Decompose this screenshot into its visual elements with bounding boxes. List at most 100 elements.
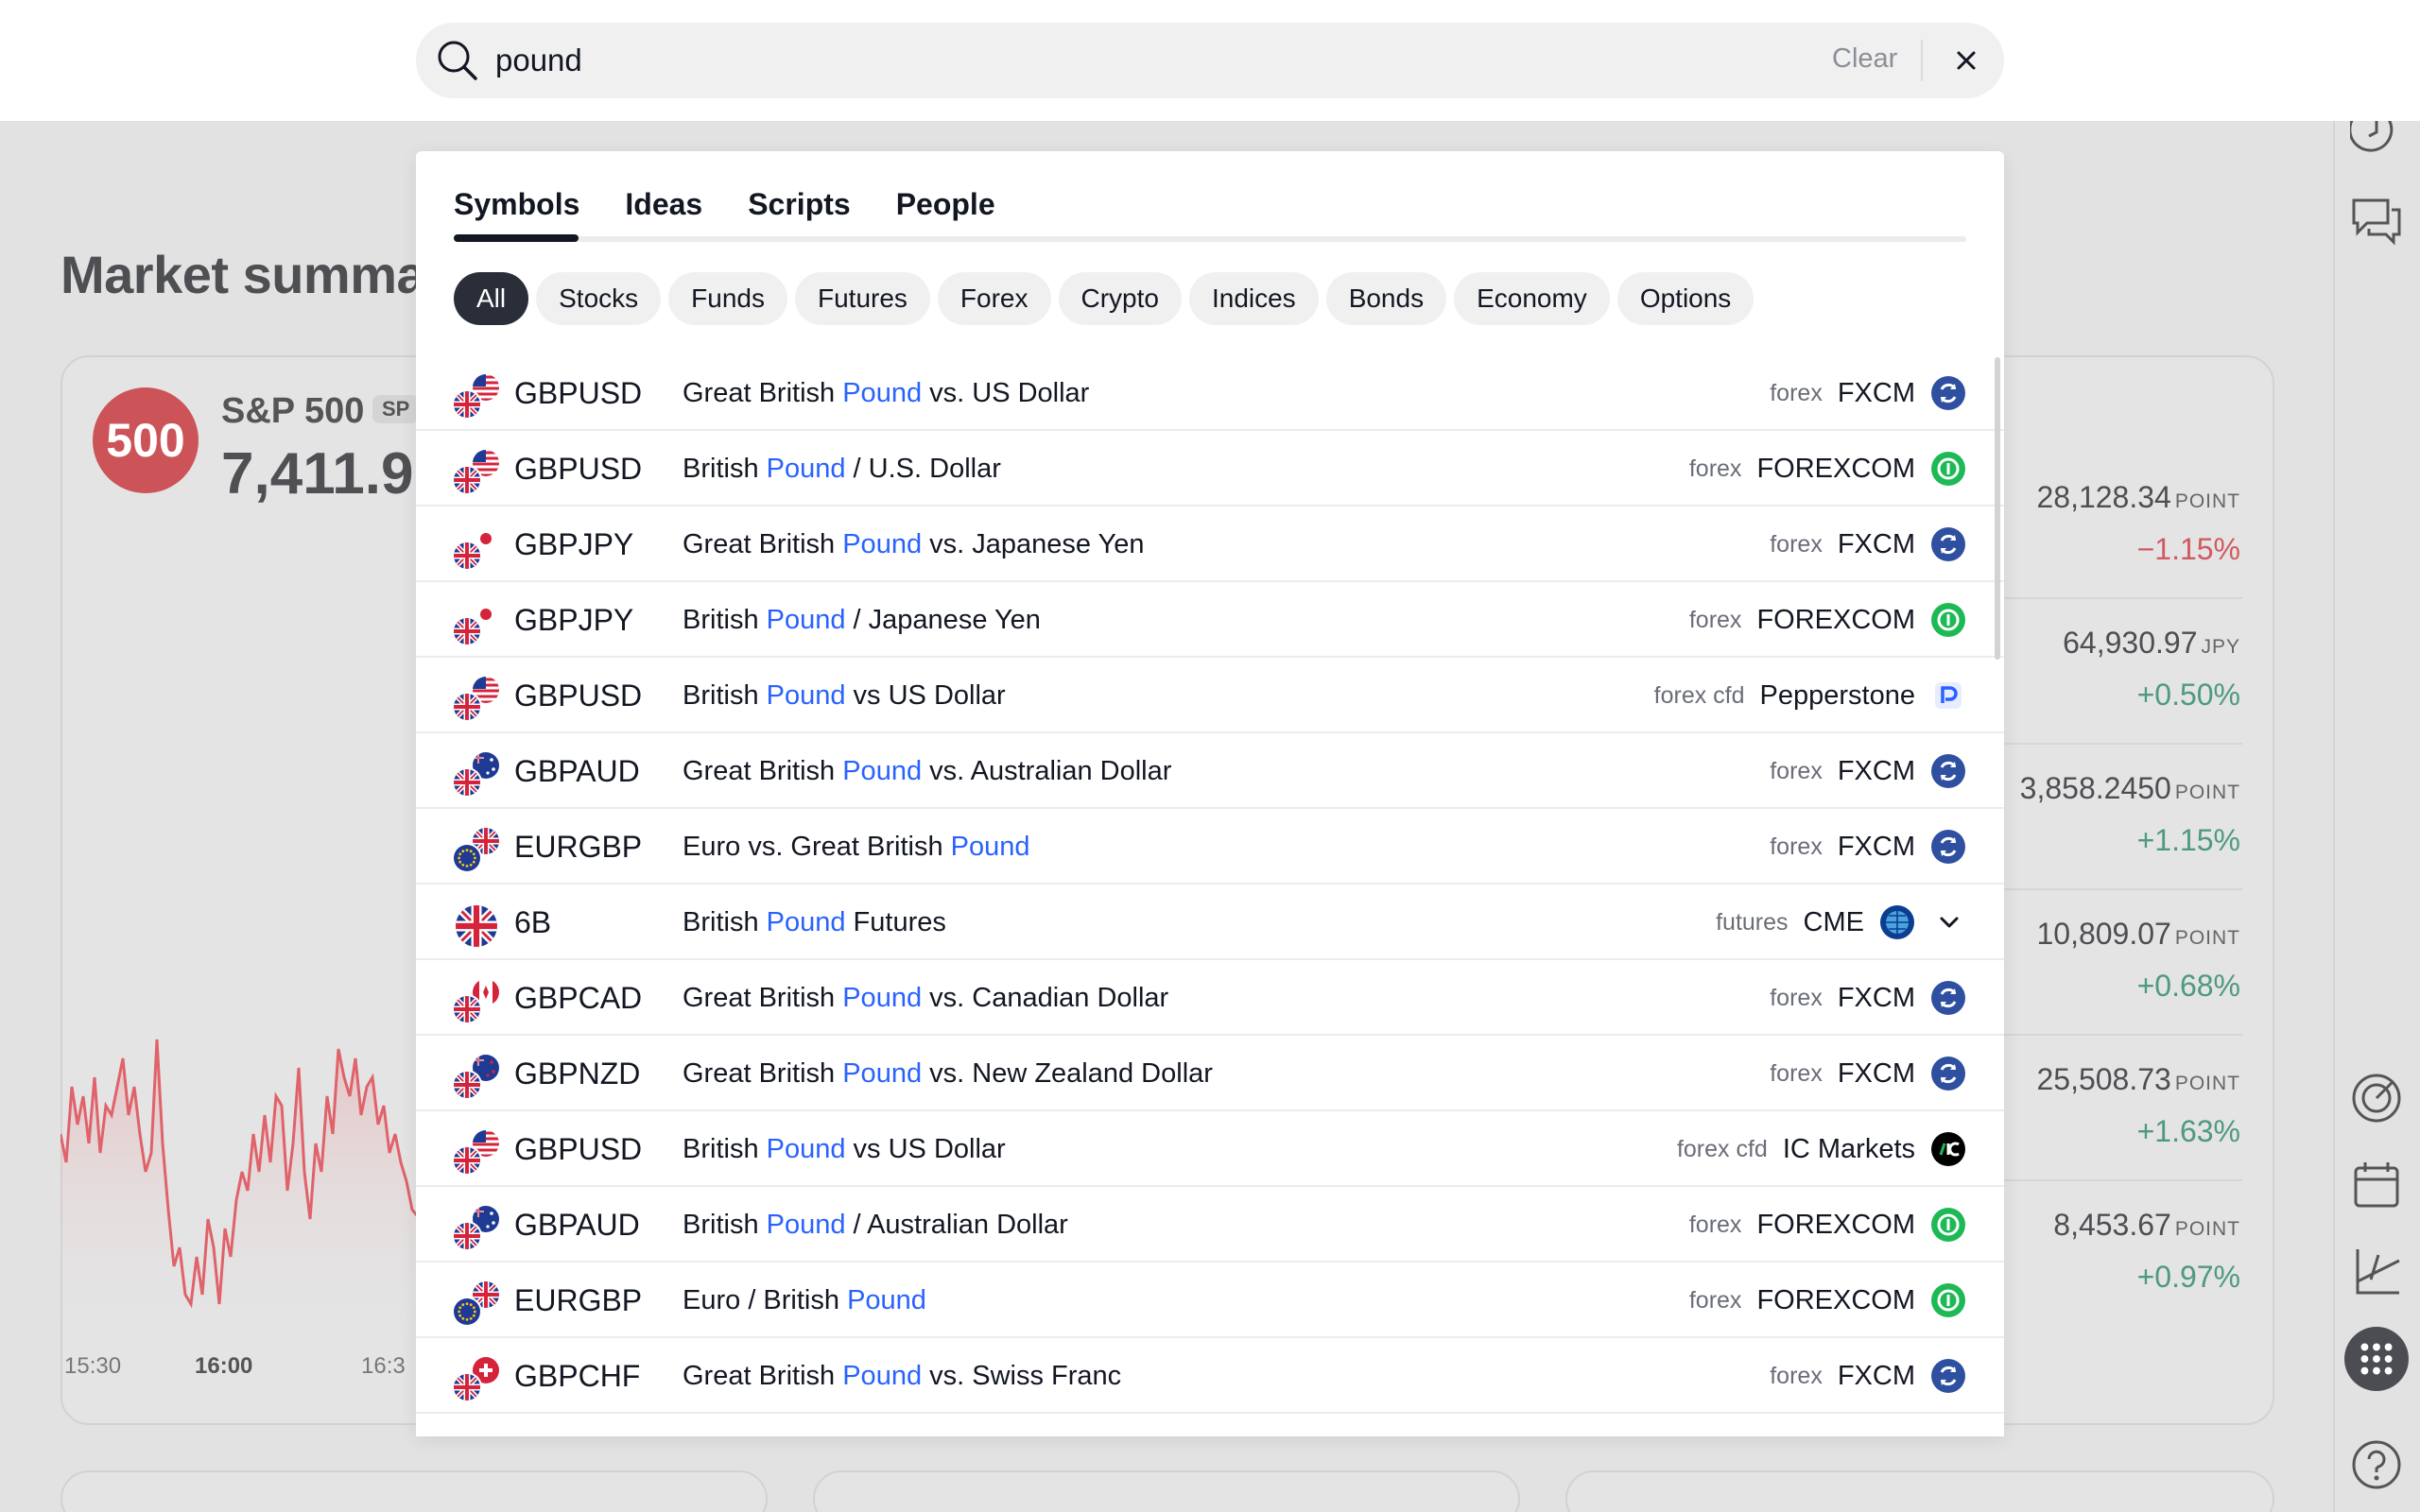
search-divider [1921,40,1923,81]
result-type: futures [1716,908,1789,936]
search-match-highlight: Pound [766,605,846,635]
result-description: British Pound vs US Dollar [683,1134,1006,1165]
search-match-highlight: Pound [766,1210,846,1240]
result-row[interactable]: EURGBP Euro / British Pound forex FOREXCOM [416,1263,2004,1338]
search-box[interactable]: Clear [416,23,2004,98]
calendar-icon[interactable] [2350,1159,2403,1211]
result-description: British Pound vs US Dollar [683,680,1006,712]
result-row[interactable]: GBPNZD Great British Pound vs. New Zealan… [416,1036,2004,1111]
cme-logo-icon [1879,904,1915,940]
price-unit: POINT [2174,1218,2240,1240]
fxcm-logo-icon [1930,1358,1966,1394]
result-row[interactable]: 6B British Pound Futures futures CME [416,885,2004,960]
filter-chip-futures[interactable]: Futures [794,272,930,325]
currency-flag-icon [452,525,501,571]
icmarkets-logo-icon [1930,1131,1966,1167]
filter-chip-economy[interactable]: Economy [1454,272,1610,325]
tab-scripts[interactable]: Scripts [748,185,850,242]
result-meta: forex FXCM [1770,1353,1966,1399]
search-input[interactable] [495,34,1441,87]
search-header: Clear [0,0,2420,121]
result-meta: forex FXCM [1770,1051,1966,1096]
result-row[interactable]: GBPJPY British Pound / Japanese Yen forex F… [416,582,2004,658]
search-match-highlight: Pound [847,1285,926,1315]
price-value: 25,508.73 [2036,1062,2171,1096]
filter-chip-indices[interactable]: Indices [1188,272,1319,325]
result-symbol: EURGBP [514,830,643,864]
result-type: forex [1688,1286,1742,1314]
result-row[interactable]: GBPUSD British Pound vs US Dollar forex cf… [416,1111,2004,1187]
result-meta: forex FOREXCOM [1689,1278,1966,1323]
tabs-track [454,236,1966,242]
list-divider [1996,1179,2242,1181]
apps-grid-icon[interactable] [2344,1327,2409,1391]
filter-chip-funds[interactable]: Funds [668,272,787,325]
result-description: Great British Pound vs. Japanese Yen [683,529,1145,560]
fxcm-logo-icon [1930,1056,1966,1091]
bottom-card [1565,1470,2274,1512]
help-icon[interactable] [2350,1438,2403,1491]
description-text: Great British [683,1361,843,1391]
currency-flag-icon [452,374,501,420]
result-row[interactable]: GBPUSD Great British Pound vs. US Dollar f… [416,355,2004,431]
result-row[interactable]: GBPUSD British Pound vs US Dollar forex cf… [416,658,2004,733]
result-row[interactable]: GBPAUD British Pound / Australian Dollar f… [416,1187,2004,1263]
chevron-down-icon[interactable] [1932,905,1966,939]
description-text: / U.S. Dollar [845,454,1001,484]
result-exchange: FOREXCOM [1756,1209,1915,1240]
filter-chip-stocks[interactable]: Stocks [536,272,662,325]
result-exchange: FOREXCOM [1756,453,1915,484]
tab-symbols[interactable]: Symbols [454,185,579,242]
search-match-highlight: Pound [766,1134,846,1164]
result-row[interactable]: GBPJPY Great British Pound vs. Japanese Y… [416,507,2004,582]
result-type: forex [1688,606,1742,633]
chat-icon[interactable] [2350,193,2403,246]
result-exchange: FXCM [1837,1360,1915,1391]
result-symbol: GBPUSD [514,376,643,410]
result-type: forex [1688,455,1742,482]
price-value: 8,453.67 [2053,1208,2171,1242]
description-text: British [683,1134,767,1164]
fxcm-logo-icon [1930,526,1966,562]
result-row[interactable]: EURGBP Euro vs. Great British Pound forex F… [416,809,2004,885]
description-text: vs. New Zealand Dollar [922,1058,1213,1089]
result-meta: forex FOREXCOM [1689,597,1966,643]
fxcm-logo-icon [1930,375,1966,411]
drawing-icon[interactable] [2350,1246,2403,1298]
close-icon[interactable] [1947,42,1985,79]
result-exchange: CME [1803,906,1864,937]
description-text: British [683,907,767,937]
filter-chip-all[interactable]: All [454,272,529,325]
result-description: British Pound / U.S. Dollar [683,454,1001,485]
result-exchange: FXCM [1837,528,1915,559]
result-row[interactable]: GBPCHF Great British Pound vs. Swiss Fran… [416,1338,2004,1414]
currency-flag-icon [452,903,501,949]
result-type: forex [1770,757,1823,784]
result-meta: forex FXCM [1770,824,1966,869]
clear-button[interactable]: Clear [1832,43,1897,75]
fxcm-logo-icon [1930,829,1966,865]
result-row[interactable]: GBPCAD Great British Pound vs. Canadian D… [416,960,2004,1036]
filter-chip-crypto[interactable]: Crypto [1058,272,1182,325]
filter-chip-options[interactable]: Options [1616,272,1754,325]
price-value: 3,858.2450 [2019,771,2171,805]
filter-chip-forex[interactable]: Forex [937,272,1051,325]
tab-people[interactable]: People [896,185,995,242]
tab-ideas[interactable]: Ideas [625,185,702,242]
result-exchange: FXCM [1837,982,1915,1013]
result-row[interactable]: GBPAUD Great British Pound vs. Australian… [416,733,2004,809]
currency-flag-icon [452,677,501,722]
result-type: forex cfd [1676,1135,1768,1162]
result-meta: forex FOREXCOM [1689,446,1966,491]
description-text: British [683,605,767,635]
currency-flag-icon [452,752,501,798]
result-symbol: GBPNZD [514,1057,641,1091]
results-scrollbar[interactable] [1995,357,2000,660]
spx-price: 7,411.9 [221,441,414,507]
target-icon[interactable] [2350,1072,2403,1125]
filter-chip-bonds[interactable]: Bonds [1325,272,1447,325]
result-description: British Pound Futures [683,907,946,938]
spx-name[interactable]: S&P 500 [221,391,364,432]
result-row[interactable]: GBPUSD British Pound / U.S. Dollar forex FO… [416,431,2004,507]
forexcom-logo-icon [1930,451,1966,487]
